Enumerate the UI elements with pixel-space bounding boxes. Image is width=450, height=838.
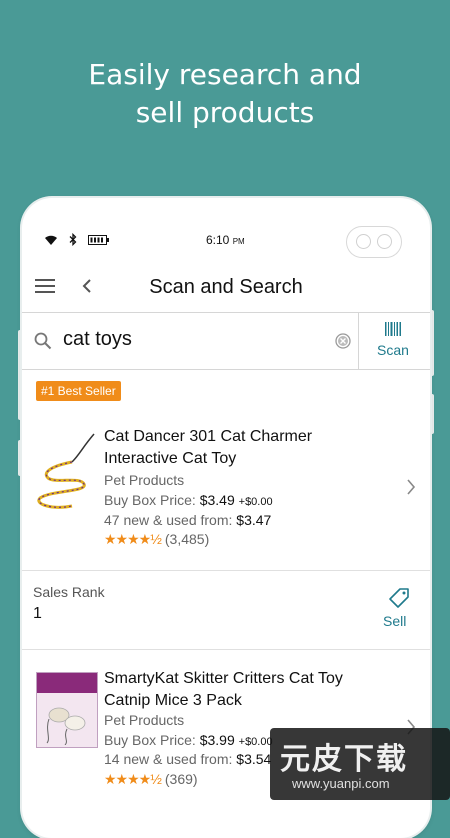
watermark-text: 元皮下载 — [280, 742, 408, 777]
tag-icon — [389, 588, 409, 608]
camera-lens — [377, 234, 392, 249]
status-time-ampm: PM — [232, 237, 245, 246]
offers-label: 14 new & used from: — [104, 751, 237, 767]
wifi-icon — [45, 235, 57, 245]
scan-label: Scan — [377, 342, 409, 358]
buy-box-value: $3.49 — [199, 492, 235, 508]
site-watermark: 元皮下载 www.yuanpi.com — [270, 728, 450, 800]
product-title-line2: Catnip Mice 3 Pack — [104, 692, 242, 709]
phone-side-button — [430, 394, 434, 434]
buy-box-shipping: +$0.00 — [238, 736, 273, 748]
review-count: (369) — [164, 771, 198, 787]
product-title-line1: Cat Dancer 301 Cat Charmer — [104, 428, 313, 445]
buy-box-price: Buy Box Price: $3.49 +$0.00 — [104, 492, 273, 508]
status-time-value: 6:10 — [206, 233, 230, 247]
search-divider — [358, 313, 359, 369]
app-top-bar: Scan and Search — [22, 270, 430, 304]
review-count: (3,485) — [164, 531, 210, 547]
status-time: 6:10 PM — [206, 233, 245, 247]
sell-label: Sell — [383, 613, 407, 629]
clear-icon[interactable] — [335, 333, 351, 349]
buy-box-label: Buy Box Price: — [104, 732, 200, 748]
phone-side-button — [430, 310, 434, 376]
sales-rank-row: Sales Rank 1 Sell — [22, 570, 430, 650]
skitter-critters-product-image — [36, 672, 98, 748]
promo-headline-line2: sell products — [135, 96, 315, 129]
bluetooth-icon — [69, 233, 77, 246]
best-seller-badge: #1 Best Seller — [36, 381, 121, 401]
barcode-icon — [385, 322, 401, 336]
package-header — [37, 673, 97, 693]
buy-box-label: Buy Box Price: — [104, 492, 200, 508]
star-rating: ★★★★½ (369) — [104, 771, 198, 788]
product-category: Pet Products — [104, 712, 185, 728]
product-category: Pet Products — [104, 472, 185, 488]
buy-box-value: $3.99 — [199, 732, 235, 748]
cat-charmer-product-image — [37, 433, 95, 509]
list-item[interactable]: Cat Dancer 301 Cat Charmer Interactive C… — [22, 426, 430, 556]
mouse-toy-image — [46, 707, 86, 745]
camera-lens — [356, 234, 371, 249]
product-title-line2: Interactive Cat Toy — [104, 450, 237, 467]
search-input[interactable]: cat toys — [63, 328, 132, 351]
sales-rank-value: 1 — [33, 605, 42, 622]
battery-icon — [88, 235, 109, 245]
search-bar: cat toys Scan — [22, 312, 430, 370]
chevron-right-icon[interactable] — [406, 478, 416, 496]
offers-price: 47 new & used from: $3.47 — [104, 512, 271, 528]
offers-value: $3.47 — [236, 512, 272, 528]
camera-cutout — [346, 226, 402, 258]
buy-box-price: Buy Box Price: $3.99 +$0.00 — [104, 732, 273, 748]
rating-stars-icon: ★★★★½ — [104, 771, 162, 787]
star-rating: ★★★★½ (3,485) — [104, 531, 209, 548]
offers-price: 14 new & used from: $3.54 — [104, 751, 271, 767]
watermark-url: www.yuanpi.com — [292, 776, 390, 791]
offers-label: 47 new & used from: — [104, 512, 237, 528]
product-title: Cat Dancer 301 Cat Charmer Interactive C… — [104, 426, 312, 470]
sales-rank-label: Sales Rank — [33, 584, 105, 600]
promo-headline-line1: Easily research and — [88, 58, 362, 91]
buy-box-shipping: +$0.00 — [238, 496, 273, 508]
product-title: SmartyKat Skitter Critters Cat Toy Catni… — [104, 668, 343, 712]
search-icon — [34, 332, 52, 350]
promo-headline: Easily research and sell products — [0, 56, 450, 132]
page-title: Scan and Search — [149, 276, 303, 298]
product-title-line1: SmartyKat Skitter Critters Cat Toy — [104, 670, 343, 687]
rating-stars-icon: ★★★★½ — [104, 531, 162, 547]
offers-value: $3.54 — [236, 751, 272, 767]
